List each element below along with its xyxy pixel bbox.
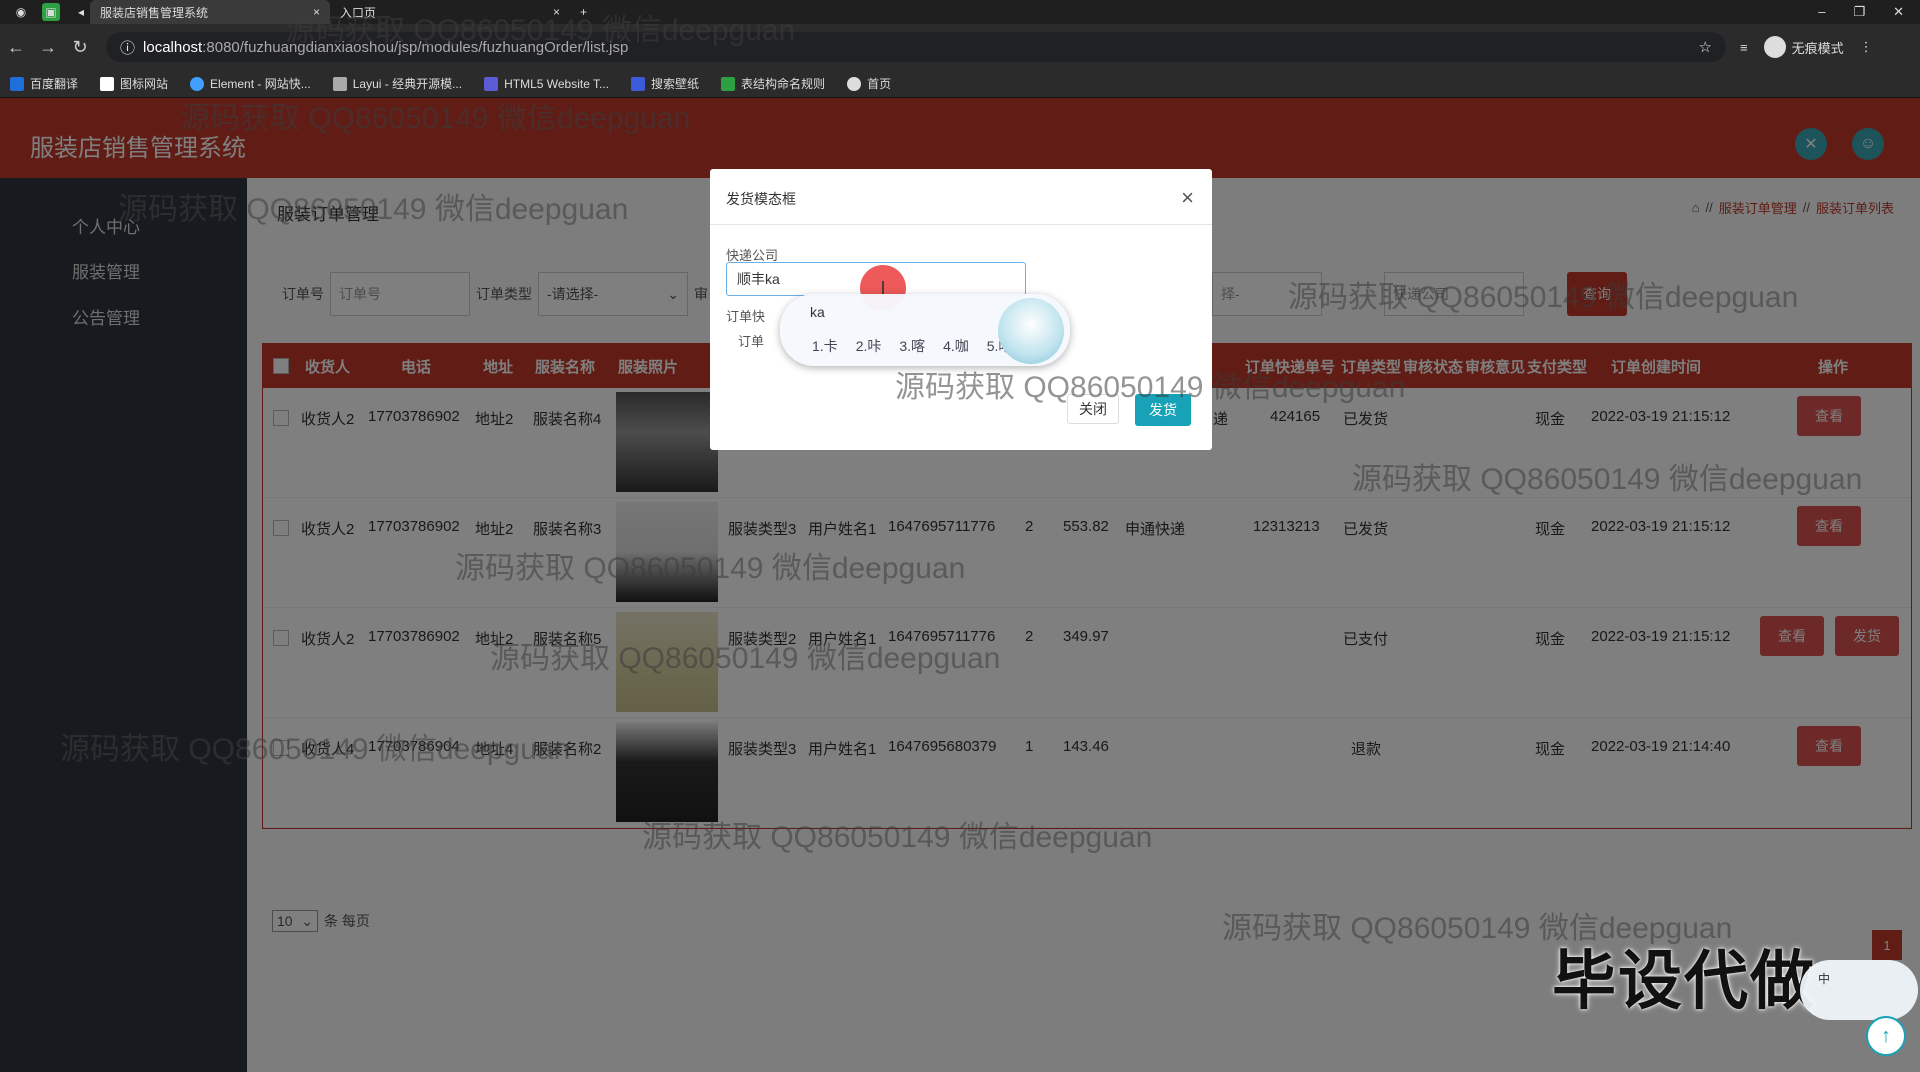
window-controls: – ❐ ✕ xyxy=(1818,4,1920,20)
bookmark-item[interactable]: 图标网站 xyxy=(100,75,168,92)
browser-tab-bar: ◉ ▣ ◂ 服装店销售管理系统 × 入口页 × + – ❐ ✕ xyxy=(0,0,1920,24)
tab-close-icon[interactable]: × xyxy=(313,5,320,19)
bookmark-item[interactable]: 首页 xyxy=(847,75,891,92)
bookmark-icon xyxy=(631,76,646,91)
bookmark-icon xyxy=(10,76,24,91)
tab-inactive[interactable]: 入口页 × xyxy=(330,0,570,24)
browser-menu-icon[interactable]: ◉ xyxy=(12,3,30,21)
bookmark-item[interactable]: HTML5 Website T... xyxy=(484,76,609,91)
restore-icon[interactable]: ❐ xyxy=(1853,4,1865,20)
bookmark-icon xyxy=(484,76,499,91)
reload-icon[interactable]: ↻ xyxy=(64,37,96,58)
tab-search-icon[interactable]: ≡ xyxy=(1740,40,1748,55)
ship-button[interactable]: 发货 xyxy=(1135,394,1191,426)
modal-header: 发货模态框 × xyxy=(710,169,1212,225)
audio-icon[interactable]: ◂ xyxy=(72,3,90,21)
incognito-label: 无痕模式 xyxy=(1791,40,1844,56)
order-label: 订单 xyxy=(738,334,765,349)
app-icon[interactable]: ▣ xyxy=(42,3,60,21)
scroll-top-icon[interactable]: ↑ xyxy=(1866,1016,1906,1056)
bookmark-icon xyxy=(847,76,862,91)
star-icon[interactable]: ☆ xyxy=(1699,38,1712,56)
bookmark-item[interactable]: Layui - 经典开源模... xyxy=(332,75,462,92)
incognito-icon xyxy=(1763,36,1786,58)
close-button[interactable]: 关闭 xyxy=(1067,394,1119,424)
tracking-label: 订单快 xyxy=(726,309,766,324)
ime-candidates: 1.卡 2.咔 3.喀 4.咖 5.喀 xyxy=(812,336,1012,356)
url-field[interactable]: ⓘ localhost :8080/fuzhuangdianxiaoshou/j… xyxy=(106,32,1726,62)
bookmark-icon xyxy=(190,76,205,91)
new-tab-button[interactable]: + xyxy=(570,0,597,24)
close-icon[interactable]: × xyxy=(1181,185,1194,211)
bookmark-item[interactable]: 搜索壁纸 xyxy=(631,75,699,92)
ime-candidate[interactable]: 2.咔 xyxy=(856,336,882,356)
bookmark-icon xyxy=(100,76,115,91)
tab-close-icon[interactable]: × xyxy=(553,5,560,19)
bookmarks-bar: 百度翻译 图标网站 Element - 网站快... Layui - 经典开源模… xyxy=(0,70,1920,98)
bookmark-icon xyxy=(721,76,736,91)
back-icon[interactable]: ← xyxy=(0,37,32,58)
tab-label: 服装店销售管理系统 xyxy=(100,5,209,20)
ime-candidate[interactable]: 1.卡 xyxy=(812,336,838,356)
bookmark-item[interactable]: Element - 网站快... xyxy=(190,75,311,92)
ship-modal: 发货模态框 × 快递公司 顺丰ka I 订单快 订单 ka 1.卡 2.咔 3.… xyxy=(710,169,1212,450)
close-window-icon[interactable]: ✕ xyxy=(1893,4,1904,20)
info-icon: ⓘ xyxy=(120,39,136,57)
modal-title: 发货模态框 xyxy=(726,191,796,207)
more-icon[interactable]: ⋮ xyxy=(1860,39,1873,55)
promo-banner: 毕设代做 xyxy=(1552,945,1816,1017)
url-path: :8080/fuzhuangdianxiaoshou/jsp/modules/f… xyxy=(202,38,629,56)
ime-status-widget[interactable]: 中 xyxy=(1800,960,1918,1020)
incognito-indicator[interactable]: 无痕模式 xyxy=(1763,36,1844,58)
minimize-icon[interactable]: – xyxy=(1818,4,1825,20)
address-bar-right: ≡ 无痕模式 ⋮ xyxy=(1740,36,1873,58)
bookmark-item[interactable]: 表结构命名规则 xyxy=(721,75,825,92)
address-bar: ← → ↻ ⓘ localhost :8080/fuzhuangdianxiao… xyxy=(0,24,1920,70)
bookmark-item[interactable]: 百度翻译 xyxy=(10,75,78,92)
bookmark-icon xyxy=(332,76,347,91)
tab-active[interactable]: 服装店销售管理系统 × xyxy=(90,0,330,24)
ime-logo-icon xyxy=(998,298,1064,364)
ime-composition: ka xyxy=(810,304,825,320)
ime-candidate[interactable]: 3.喀 xyxy=(899,336,925,356)
tab-label: 入口页 xyxy=(340,5,377,20)
ime-candidate[interactable]: 4.咖 xyxy=(943,336,969,356)
url-host: localhost xyxy=(143,38,203,56)
forward-icon[interactable]: → xyxy=(32,37,64,58)
ime-candidate-window: ka 1.卡 2.咔 3.喀 4.咖 5.喀 ◂▸ xyxy=(780,294,1070,366)
